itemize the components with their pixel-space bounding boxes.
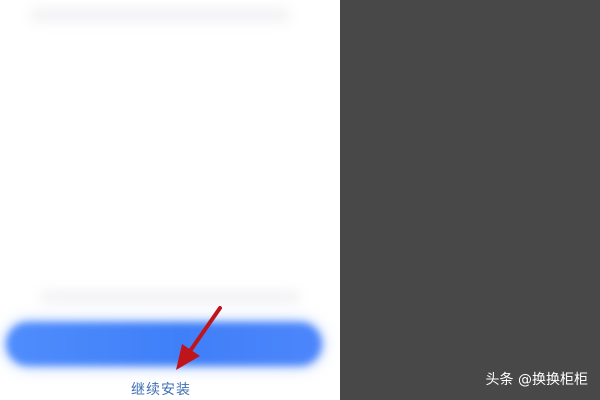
continue-install-label: 继续安装: [131, 382, 191, 398]
install-dialog-panel: 继续安装: [0, 0, 340, 400]
watermark-text: 头条 @换换柜柜: [485, 372, 588, 388]
blurred-header: [30, 8, 290, 22]
blurred-install-button[interactable]: [6, 322, 322, 366]
red-arrow-annotation-icon: [176, 306, 222, 370]
screenshot-stage: 继续安装 头条 @换换柜柜: [0, 0, 600, 400]
dark-side-panel: 头条 @换换柜柜: [340, 0, 600, 400]
continue-install-link[interactable]: 继续安装: [0, 380, 328, 400]
